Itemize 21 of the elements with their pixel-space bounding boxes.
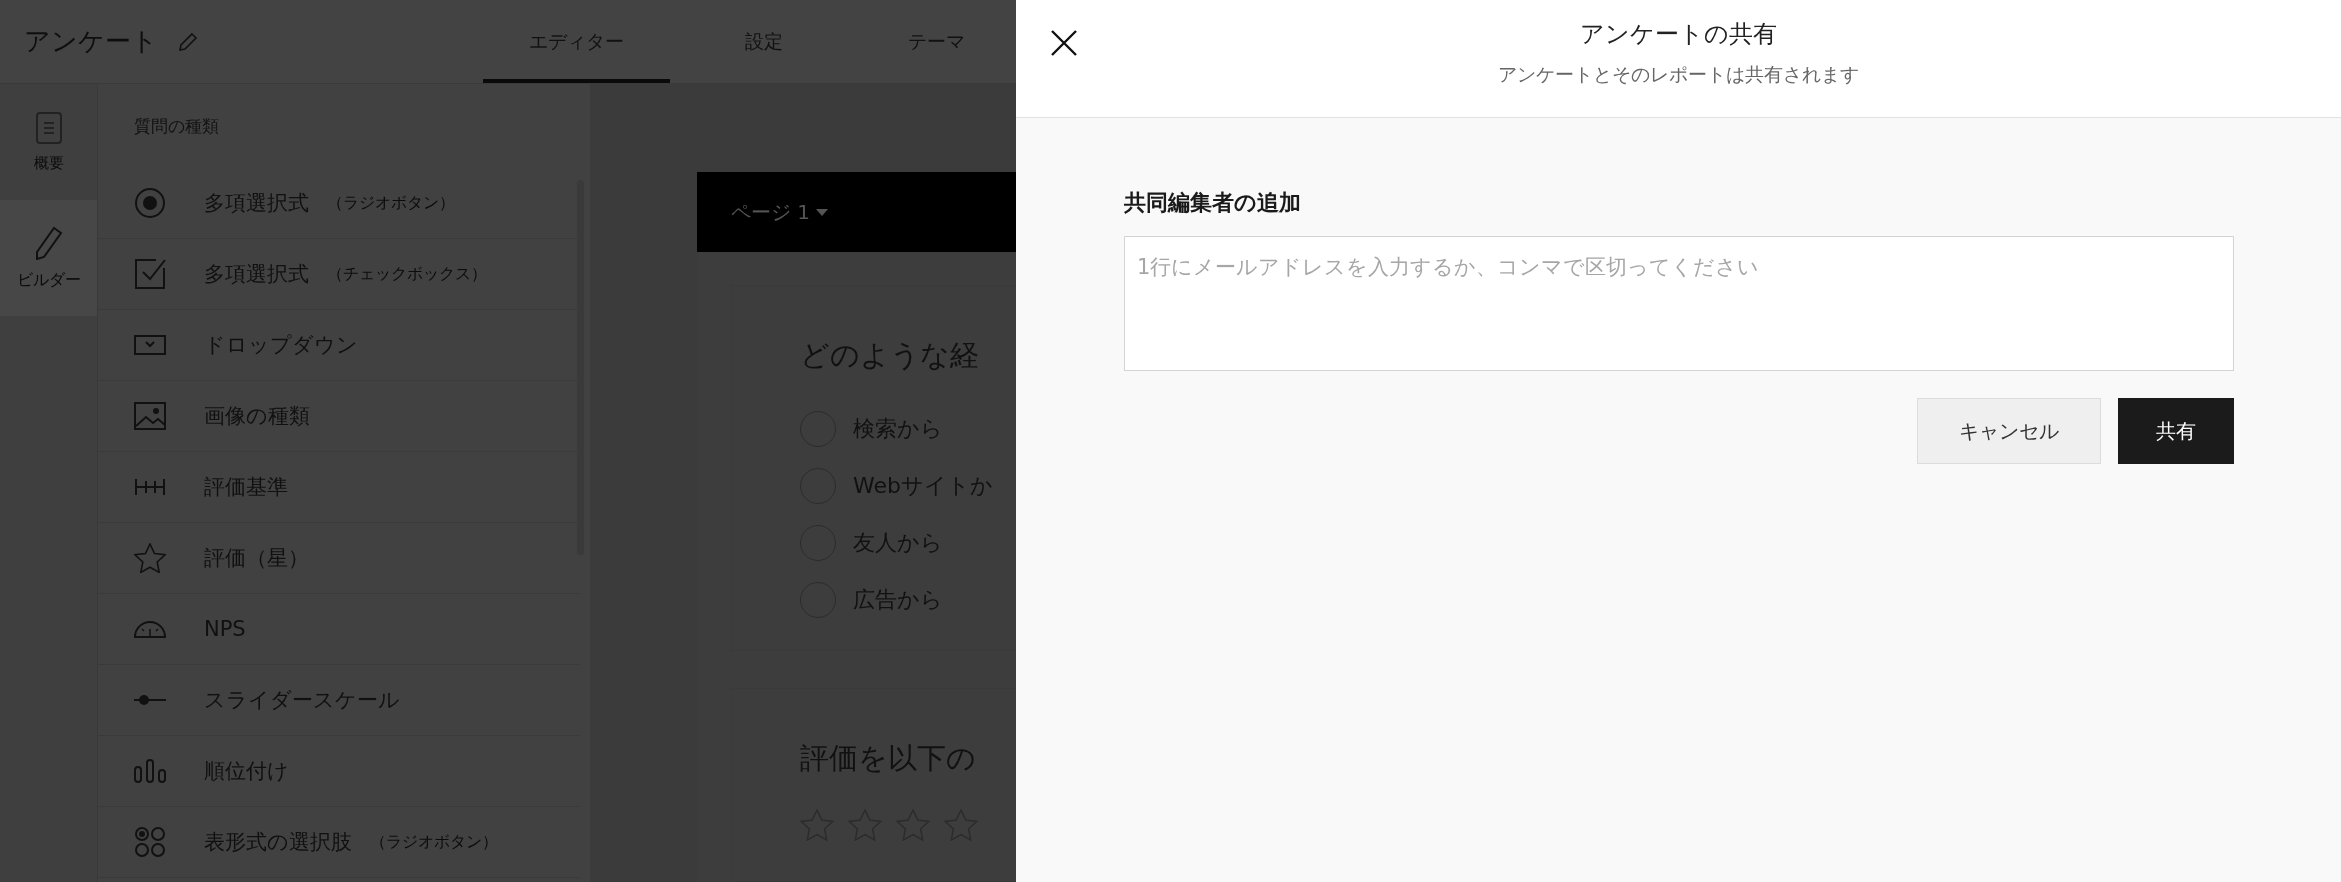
gauge-icon: [134, 620, 166, 638]
document-icon: [35, 111, 62, 144]
bars-icon: [134, 759, 166, 783]
pencil-icon: [34, 225, 63, 260]
grid-dots-icon: [134, 826, 166, 858]
image-icon: [134, 402, 166, 430]
pencil-icon[interactable]: [178, 31, 198, 52]
caret-icon: [816, 208, 829, 216]
slider-icon: [134, 694, 166, 706]
cancel-button[interactable]: キャンセル: [1917, 398, 2101, 464]
dropdown-icon: [134, 335, 166, 355]
scale-icon: [134, 477, 166, 497]
email-input-field[interactable]: 1行にメールアドレスを入力するか、コンマで区切ってください: [1124, 236, 2234, 371]
dialog-subtitle: アンケートとそのレポートは共有されます: [1498, 62, 1859, 87]
star-icon: [134, 543, 166, 573]
field-label: 共同編集者の追加: [1124, 189, 1301, 217]
page-selector[interactable]: ページ 1: [731, 198, 811, 226]
dialog-title: アンケートの共有: [1580, 19, 1777, 50]
radio-icon: [134, 187, 166, 219]
share-button[interactable]: 共有: [2118, 398, 2234, 464]
checkbox-icon: [134, 258, 166, 290]
